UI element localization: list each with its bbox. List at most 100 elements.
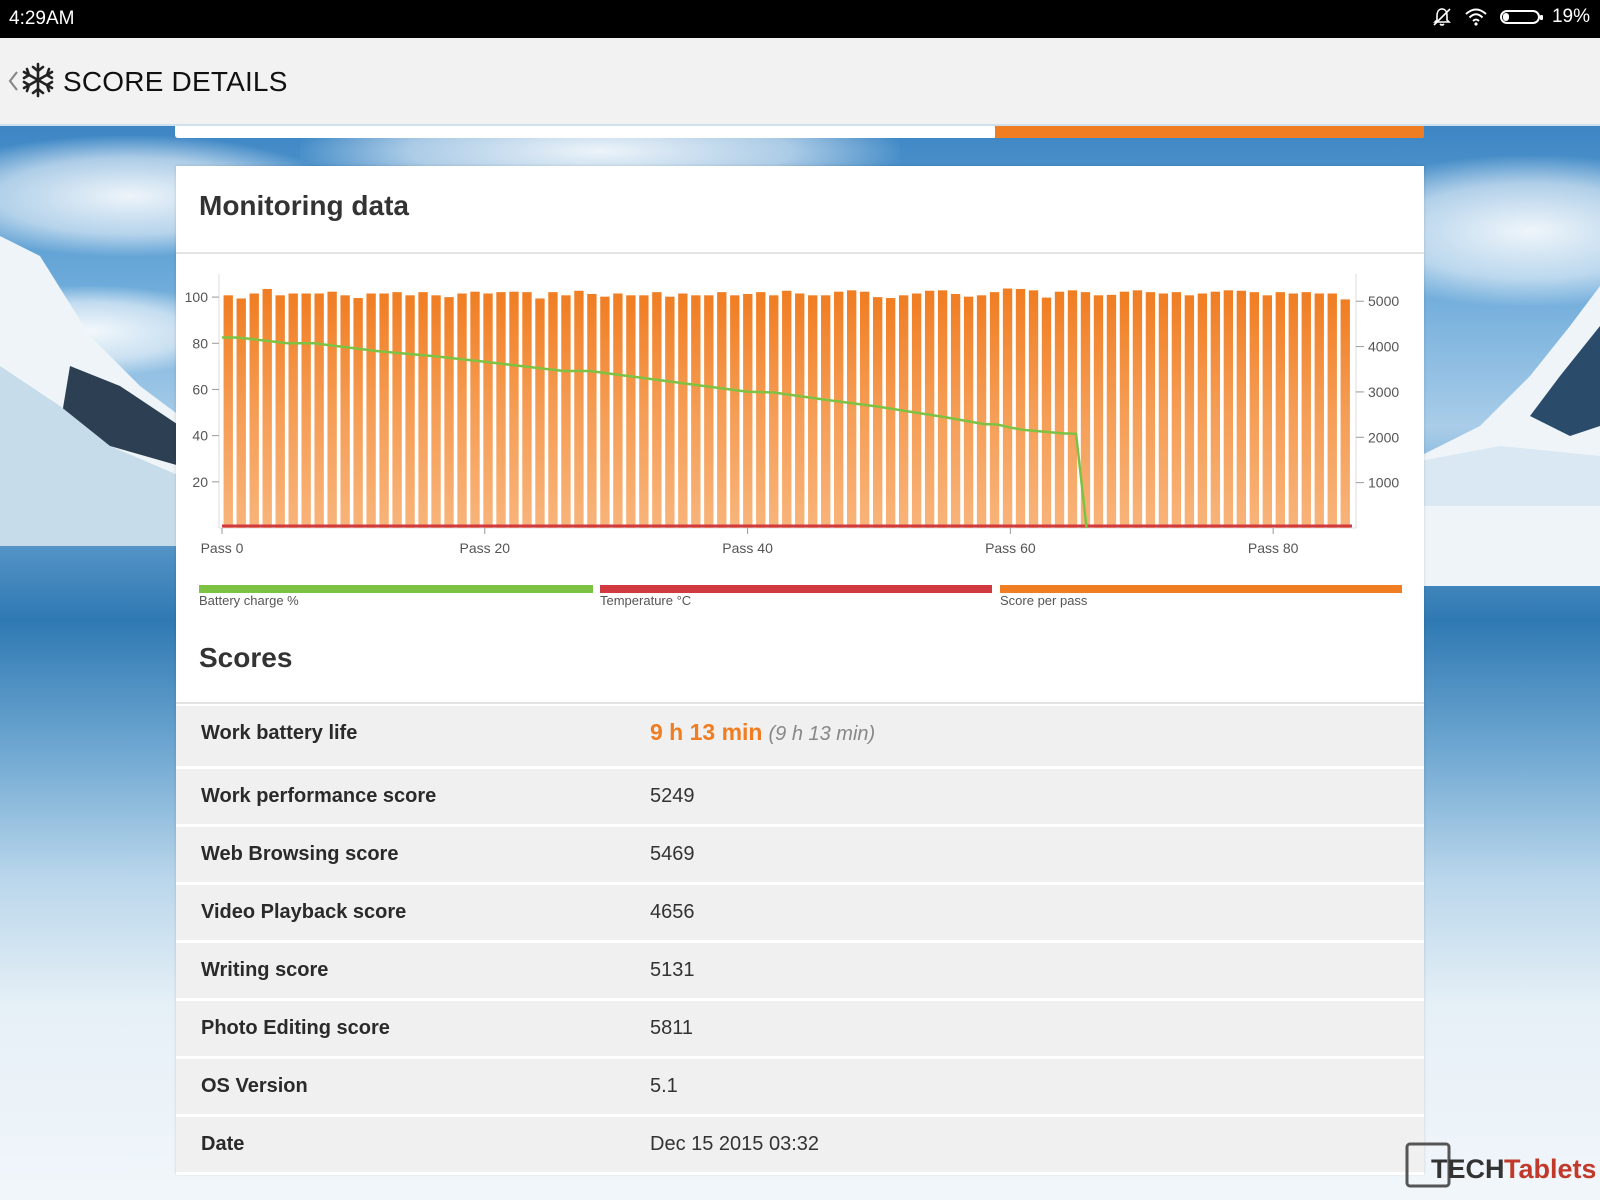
score-bar [470, 291, 480, 528]
row-label: Video Playback score [201, 901, 407, 923]
score-bar [1197, 293, 1208, 528]
score-bar [950, 293, 961, 528]
table-row: Video Playback score 4656 [176, 885, 1424, 943]
score-bar [444, 297, 454, 528]
row-label: Web Browsing score [201, 843, 399, 865]
row-value: 9 h 13 min (9 h 13 min) [650, 719, 875, 746]
legend-label-battery: Battery charge % [199, 593, 299, 608]
score-bar [587, 293, 597, 528]
score-bar [639, 295, 649, 528]
score-bar [976, 295, 987, 528]
back-chevron-icon[interactable] [6, 66, 20, 96]
app-header: SCORE DETAILS [0, 38, 1600, 126]
score-bar [924, 290, 935, 528]
page-title: SCORE DETAILS [63, 66, 288, 97]
score-bar [1093, 295, 1104, 528]
legend-bar-temperature [600, 585, 992, 593]
score-bar [782, 290, 792, 528]
score-bar [756, 292, 766, 528]
score-bar [431, 295, 441, 528]
row-value: 4656 [650, 901, 695, 923]
score-bar [301, 293, 311, 528]
y-right-tick-label: 1000 [1368, 475, 1399, 491]
score-bar [314, 293, 324, 528]
score-bar [574, 290, 584, 528]
score-bar [483, 293, 493, 528]
row-label: Work battery life [201, 722, 358, 744]
score-details-card: Monitoring data 20 40 60 80 100 1000 2000 3000 4… [176, 166, 1424, 1175]
score-bar [288, 293, 298, 528]
row-value: 5469 [650, 843, 695, 865]
legend-label-score: Score per pass [1000, 593, 1088, 608]
score-bar [1236, 290, 1247, 528]
score-bar [249, 293, 259, 528]
battery-level-fill [1502, 13, 1510, 21]
score-bar [262, 288, 272, 528]
snowflake-app-icon[interactable] [20, 62, 56, 98]
score-bar [379, 293, 389, 528]
score-bar [1002, 288, 1013, 528]
score-bar [665, 296, 675, 528]
score-bar [1158, 293, 1169, 528]
legend-bar-battery [199, 585, 593, 593]
table-row: Work battery life 9 h 13 min (9 h 13 min) [176, 706, 1424, 769]
techtablets-watermark: TECH Tablets [1405, 1142, 1595, 1188]
score-bar [1249, 292, 1260, 528]
score-bar [885, 298, 896, 528]
row-label: Date [201, 1133, 245, 1155]
watermark-tech: TECH [1431, 1154, 1505, 1184]
battery-percent: 19% [1551, 6, 1590, 27]
score-bar [1028, 290, 1039, 528]
score-bar [989, 292, 1000, 528]
score-bar [1275, 292, 1285, 528]
battery-icon [1499, 10, 1543, 24]
x-tick-label: Pass 0 [201, 540, 244, 556]
score-bar [353, 298, 363, 528]
legend-bar-score [1000, 585, 1402, 593]
score-bar [1314, 293, 1324, 528]
score-bar [418, 292, 428, 528]
row-label: Work performance score [201, 785, 437, 807]
score-bar [1223, 290, 1234, 528]
score-bar [730, 295, 740, 528]
table-row: Web Browsing score 5469 [176, 827, 1424, 885]
battery-life-value: 9 h 13 min [650, 719, 763, 745]
score-bar [392, 292, 402, 528]
score-bar [236, 298, 246, 528]
row-value: Dec 15 2015 03:32 [650, 1133, 820, 1155]
score-bar [743, 293, 753, 528]
x-tick-label: Pass 20 [459, 540, 510, 556]
y-left-tick-label: 60 [192, 381, 208, 397]
score-bar [223, 295, 233, 528]
y-right-tick-label: 5000 [1368, 293, 1399, 309]
row-value: 5811 [650, 1017, 694, 1039]
score-bar [859, 291, 870, 528]
score-bar [1119, 291, 1130, 528]
score-bar [1210, 291, 1221, 528]
y-left-tick-label: 20 [192, 474, 208, 490]
score-bar [626, 295, 636, 528]
score-bar [509, 291, 519, 528]
x-tick-label: Pass 80 [1248, 540, 1299, 556]
score-bar [872, 297, 883, 528]
y-left-tick-label: 100 [185, 289, 209, 305]
table-row: Photo Editing score 5811 [176, 1001, 1424, 1059]
x-tick-label: Pass 40 [722, 540, 773, 556]
scores-title: Scores [199, 642, 293, 673]
score-bar [937, 290, 948, 528]
score-bar [327, 291, 337, 528]
score-bar [548, 292, 558, 528]
table-row: Date Dec 15 2015 03:32 [176, 1117, 1424, 1175]
y-left-tick-label: 40 [192, 428, 208, 444]
score-bar [704, 295, 714, 528]
score-bar [795, 293, 805, 528]
score-bar [1132, 290, 1143, 528]
score-bar [963, 296, 974, 528]
score-bar [405, 295, 415, 528]
score-bar [457, 293, 467, 528]
score-bar [821, 295, 831, 528]
table-row: OS Version 5.1 [176, 1059, 1424, 1117]
monitoring-chart: 20 40 60 80 100 1000 2000 3000 4000 5000 Pass 0 Pas… [185, 274, 1399, 556]
y-right-tick-label: 2000 [1368, 429, 1399, 445]
score-bar [1301, 292, 1311, 528]
